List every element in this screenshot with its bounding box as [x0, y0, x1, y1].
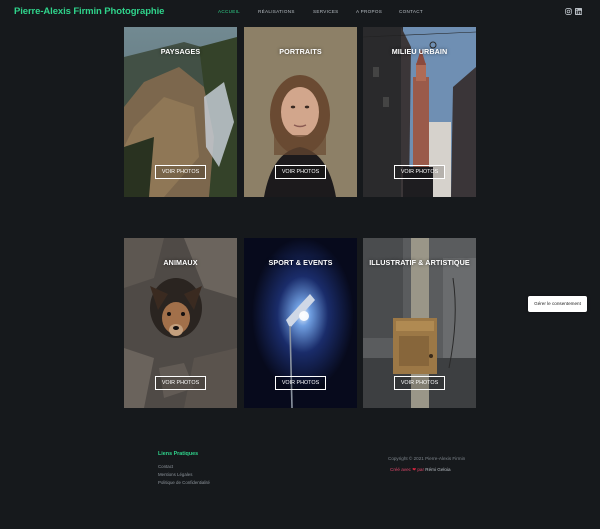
credit-line: Créé avec ❤ par Rémi Geloia — [390, 467, 451, 473]
manage-consent-button[interactable]: Gérer le consentement — [528, 296, 587, 312]
gallery-card-illustratif-artistique[interactable]: ILLUSTRATIF & ARTISTIQUE VOIR PHOTOS — [363, 238, 476, 408]
nav-item-contact[interactable]: CONTACT — [399, 9, 423, 14]
card-title: PORTRAITS — [279, 47, 322, 56]
instagram-icon[interactable] — [565, 8, 572, 16]
voir-photos-button[interactable]: VOIR PHOTOS — [155, 376, 206, 390]
gallery-card-milieu-urbain[interactable]: MILIEU URBAIN VOIR PHOTOS — [363, 27, 476, 197]
footer-link-mentions-legales[interactable]: Mentions Légales — [158, 472, 192, 477]
site-header: Pierre-Alexis Firmin Photographie ACCUEI… — [0, 0, 600, 26]
card-title: MILIEU URBAIN — [391, 47, 448, 56]
voir-photos-button[interactable]: VOIR PHOTOS — [394, 165, 445, 179]
linkedin-icon[interactable] — [575, 8, 582, 16]
credit-author-link[interactable]: Rémi Geloia — [425, 467, 450, 472]
nav-item-a-propos[interactable]: A PROPOS — [356, 9, 382, 14]
nav-item-services[interactable]: SERVICES — [313, 9, 339, 14]
voir-photos-button[interactable]: VOIR PHOTOS — [275, 376, 326, 390]
card-title: PAYSAGES — [160, 47, 201, 56]
nav-item-accueil[interactable]: ACCUEIL — [218, 9, 240, 14]
gallery-card-sport-events[interactable]: SPORT & EVENTS VOIR PHOTOS — [244, 238, 357, 408]
card-title: ANIMAUX — [163, 258, 198, 267]
card-title: SPORT & EVENTS — [268, 258, 333, 267]
gallery-card-paysages[interactable]: PAYSAGES VOIR PHOTOS — [124, 27, 237, 197]
nav-item-realisations[interactable]: RÉALISATIONS — [258, 9, 295, 14]
voir-photos-button[interactable]: VOIR PHOTOS — [155, 165, 206, 179]
gallery-card-animaux[interactable]: ANIMAUX VOIR PHOTOS — [124, 238, 237, 408]
footer-link-politique-confidentialite[interactable]: Politique de Confidentialité — [158, 480, 210, 485]
heart-icon: ❤ — [412, 467, 417, 472]
footer-heading: Liens Pratiques — [158, 451, 199, 457]
credit-middle: par — [417, 467, 424, 472]
footer-link-contact[interactable]: Contact — [158, 464, 173, 469]
voir-photos-button[interactable]: VOIR PHOTOS — [394, 376, 445, 390]
card-title: ILLUSTRATIF & ARTISTIQUE — [369, 258, 470, 267]
main-nav: ACCUEIL RÉALISATIONS SERVICES A PROPOS C… — [0, 9, 600, 19]
voir-photos-button[interactable]: VOIR PHOTOS — [275, 165, 326, 179]
copyright-text: Copyright © 2021 Pierre-Alexis Firmin — [388, 456, 466, 461]
credit-prefix: Créé avec — [390, 467, 411, 472]
gallery-card-portraits[interactable]: PORTRAITS VOIR PHOTOS — [244, 27, 357, 197]
